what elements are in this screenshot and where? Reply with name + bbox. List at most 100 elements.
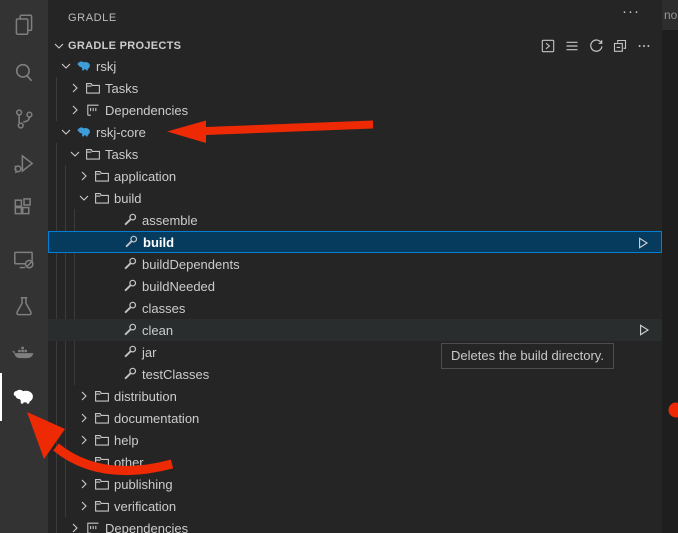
tree-row-buildneeded[interactable]: buildNeeded xyxy=(48,275,662,297)
folder-icon xyxy=(94,476,110,492)
chevron-right-icon[interactable] xyxy=(76,168,92,184)
activity-bar xyxy=(0,0,48,533)
tree-item-label: Tasks xyxy=(105,147,138,162)
activity-explorer-icon[interactable] xyxy=(0,1,48,49)
tree-row-application[interactable]: application xyxy=(48,165,662,187)
tree-item-label: Tasks xyxy=(105,81,138,96)
tree-row-builddependents[interactable]: buildDependents xyxy=(48,253,662,275)
activity-gradle-icon[interactable] xyxy=(0,373,48,421)
chevron-right-icon[interactable] xyxy=(76,432,92,448)
tree-row-classes[interactable]: classes xyxy=(48,297,662,319)
tree-row-tasks[interactable]: Tasks xyxy=(48,77,662,99)
tree-row-documentation[interactable]: documentation xyxy=(48,407,662,429)
task-tooltip: Deletes the build directory. xyxy=(441,343,614,369)
gradle-project-icon xyxy=(76,58,92,74)
tree-row-build[interactable]: build xyxy=(48,187,662,209)
tree-row-distribution[interactable]: distribution xyxy=(48,385,662,407)
activity-source-control-icon[interactable] xyxy=(0,95,48,143)
folder-icon xyxy=(94,432,110,448)
activity-search-icon[interactable] xyxy=(0,49,48,97)
editor-area: no xyxy=(662,0,678,533)
tree-row-rskj[interactable]: rskj xyxy=(48,55,662,77)
dependencies-icon xyxy=(85,520,101,533)
gradle-project-icon xyxy=(76,124,92,140)
chevron-down-icon xyxy=(51,38,67,54)
activity-remote-explorer-icon[interactable] xyxy=(0,236,48,284)
tree-item-label: application xyxy=(114,169,176,184)
section-actions xyxy=(539,37,652,54)
tree-item-label: publishing xyxy=(114,477,173,492)
tree-item-label: testClasses xyxy=(142,367,209,382)
tree-row-tasks[interactable]: Tasks xyxy=(48,143,662,165)
task-icon xyxy=(122,322,138,338)
tree-item-label: other xyxy=(114,455,144,470)
tree-item-label: distribution xyxy=(114,389,177,404)
tree-row-other[interactable]: other xyxy=(48,451,662,473)
gradle-side-panel: GRADLE ··· GRADLE PROJECTS rskjTasksDepe… xyxy=(48,0,662,533)
tree-item-label: build xyxy=(114,191,141,206)
tree-item-label: build xyxy=(143,235,174,250)
tree-row-clean[interactable]: clean xyxy=(48,319,662,341)
tree-item-label: help xyxy=(114,433,139,448)
sidebar-more-actions-button[interactable]: ··· xyxy=(622,3,640,20)
tree-row-dependencies[interactable]: Dependencies xyxy=(48,517,662,533)
chevron-down-icon[interactable] xyxy=(67,146,83,162)
flat-list-icon[interactable] xyxy=(563,37,580,54)
collapse-all-icon[interactable] xyxy=(611,37,628,54)
tree-item-label: clean xyxy=(142,323,173,338)
chevron-right-icon[interactable] xyxy=(76,388,92,404)
folder-icon xyxy=(94,190,110,206)
folder-icon xyxy=(94,410,110,426)
folder-icon xyxy=(94,498,110,514)
chevron-right-icon[interactable] xyxy=(76,476,92,492)
tree-item-label: buildDependents xyxy=(142,257,240,272)
task-icon xyxy=(122,300,138,316)
run-task-button[interactable] xyxy=(635,235,651,251)
tree-item-label: rskj xyxy=(96,59,116,74)
tree-item-label: buildNeeded xyxy=(142,279,215,294)
folder-icon xyxy=(85,80,101,96)
chevron-down-icon[interactable] xyxy=(76,190,92,206)
tree-item-label: jar xyxy=(142,345,156,360)
tree-row-dependencies[interactable]: Dependencies xyxy=(48,99,662,121)
editor-tab[interactable]: no xyxy=(662,0,678,30)
folder-icon xyxy=(94,388,110,404)
active-item-border xyxy=(0,373,2,421)
tree-item-label: assemble xyxy=(142,213,198,228)
tree-row-verification[interactable]: verification xyxy=(48,495,662,517)
activity-run-debug-icon[interactable] xyxy=(0,140,48,188)
tree-item-label: classes xyxy=(142,301,185,316)
tree-item-label: Dependencies xyxy=(105,103,188,118)
tree-row-assemble[interactable]: assemble xyxy=(48,209,662,231)
tree-row-help[interactable]: help xyxy=(48,429,662,451)
tree-row-build[interactable]: build xyxy=(48,231,662,253)
chevron-right-icon[interactable] xyxy=(76,410,92,426)
task-icon xyxy=(122,344,138,360)
more-icon[interactable] xyxy=(635,37,652,54)
run-task-button[interactable] xyxy=(636,322,652,338)
task-icon xyxy=(122,256,138,272)
task-icon xyxy=(122,278,138,294)
vscode-window: GRADLE ··· GRADLE PROJECTS rskjTasksDepe… xyxy=(0,0,678,533)
chevron-right-icon[interactable] xyxy=(67,520,83,533)
folder-icon xyxy=(85,146,101,162)
gradle-projects-section-header[interactable]: GRADLE PROJECTS xyxy=(48,35,662,57)
refresh-icon[interactable] xyxy=(587,37,604,54)
gradle-projects-tree: rskj Tasks Dependencies rskj-core Tasks appli… xyxy=(48,55,662,533)
chevron-down-icon[interactable] xyxy=(58,58,74,74)
folder-icon xyxy=(94,168,110,184)
tree-row-publishing[interactable]: publishing xyxy=(48,473,662,495)
chevron-right-icon[interactable] xyxy=(76,498,92,514)
chevron-right-icon[interactable] xyxy=(67,80,83,96)
gradle-projects-section-label: GRADLE PROJECTS xyxy=(68,40,181,52)
chevron-right-icon[interactable] xyxy=(67,102,83,118)
activity-testing-icon[interactable] xyxy=(0,283,48,331)
activity-extensions-icon[interactable] xyxy=(0,184,48,232)
task-icon xyxy=(122,212,138,228)
chevron-right-icon[interactable] xyxy=(76,454,92,470)
run-gradle-build-icon[interactable] xyxy=(539,37,556,54)
activity-docker-icon[interactable] xyxy=(0,327,48,375)
tree-item-label: Dependencies xyxy=(105,521,188,533)
chevron-down-icon[interactable] xyxy=(58,124,74,140)
tree-row-rskj-core[interactable]: rskj-core xyxy=(48,121,662,143)
